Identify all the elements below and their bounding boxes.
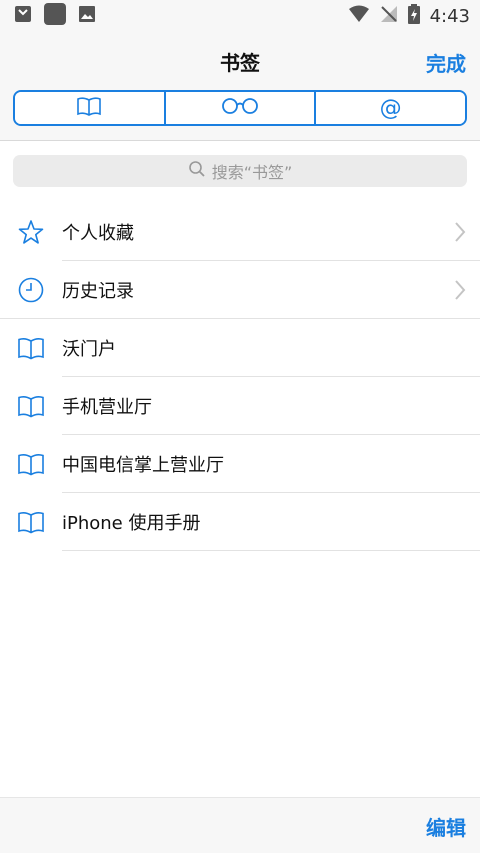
clock-icon [0,276,62,304]
wifi-icon [348,5,370,27]
bookmark-row[interactable]: 沃门户 [0,319,480,377]
battery-icon [407,4,420,28]
done-button[interactable]: 完成 [426,48,466,77]
book-icon [0,336,62,360]
notification-square-icon [44,3,66,29]
bookmark-list: 个人收藏 历史记录 沃门户 手机营业厅 中国电信掌上营业厅 iPhone 使用手… [0,203,480,551]
tab-reading-list[interactable] [163,92,315,124]
book-icon [76,96,102,120]
search-icon [188,160,206,182]
chevron-right-icon [440,279,480,301]
book-icon [0,510,62,534]
bookmark-label: 历史记录 [62,281,134,302]
bookmark-label: 中国电信掌上营业厅 [62,455,224,476]
no-signal-icon [380,5,398,27]
bookmark-row[interactable]: 中国电信掌上营业厅 [0,435,480,493]
status-left [14,3,96,29]
star-icon [0,218,62,246]
bookmark-row[interactable]: 手机营业厅 [0,377,480,435]
page-title: 书签 [220,50,260,75]
segmented-control-wrapper: @ [0,90,480,140]
tab-bookmarks[interactable] [15,92,164,124]
bookmark-label: iPhone 使用手册 [62,513,201,534]
status-right: 4:43 [348,4,470,28]
status-bar: 4:43 [0,0,480,32]
search-placeholder: 搜索“书签” [211,163,293,182]
bottom-toolbar: 编辑 [0,797,480,853]
bookmark-label: 手机营业厅 [62,397,152,418]
bookmark-label: 沃门户 [62,339,116,360]
status-time: 4:43 [429,5,470,27]
book-icon [0,452,62,476]
image-icon [78,5,96,27]
search-wrapper: 搜索“书签” [0,141,480,187]
bookmark-row[interactable]: iPhone 使用手册 [0,493,480,551]
glasses-icon [220,97,260,119]
tab-shared-links[interactable]: @ [314,92,465,124]
header: 书签 完成 [0,32,480,90]
chevron-right-icon [440,221,480,243]
bookmark-row-history[interactable]: 历史记录 [0,261,480,319]
bookmark-label: 个人收藏 [62,223,134,244]
notification-app-icon [14,5,32,27]
book-icon [0,394,62,418]
segmented-control: @ [13,90,467,126]
at-icon: @ [379,95,402,121]
search-input[interactable]: 搜索“书签” [13,155,467,187]
bookmark-row-favorites[interactable]: 个人收藏 [0,203,480,261]
edit-button[interactable]: 编辑 [426,812,466,841]
